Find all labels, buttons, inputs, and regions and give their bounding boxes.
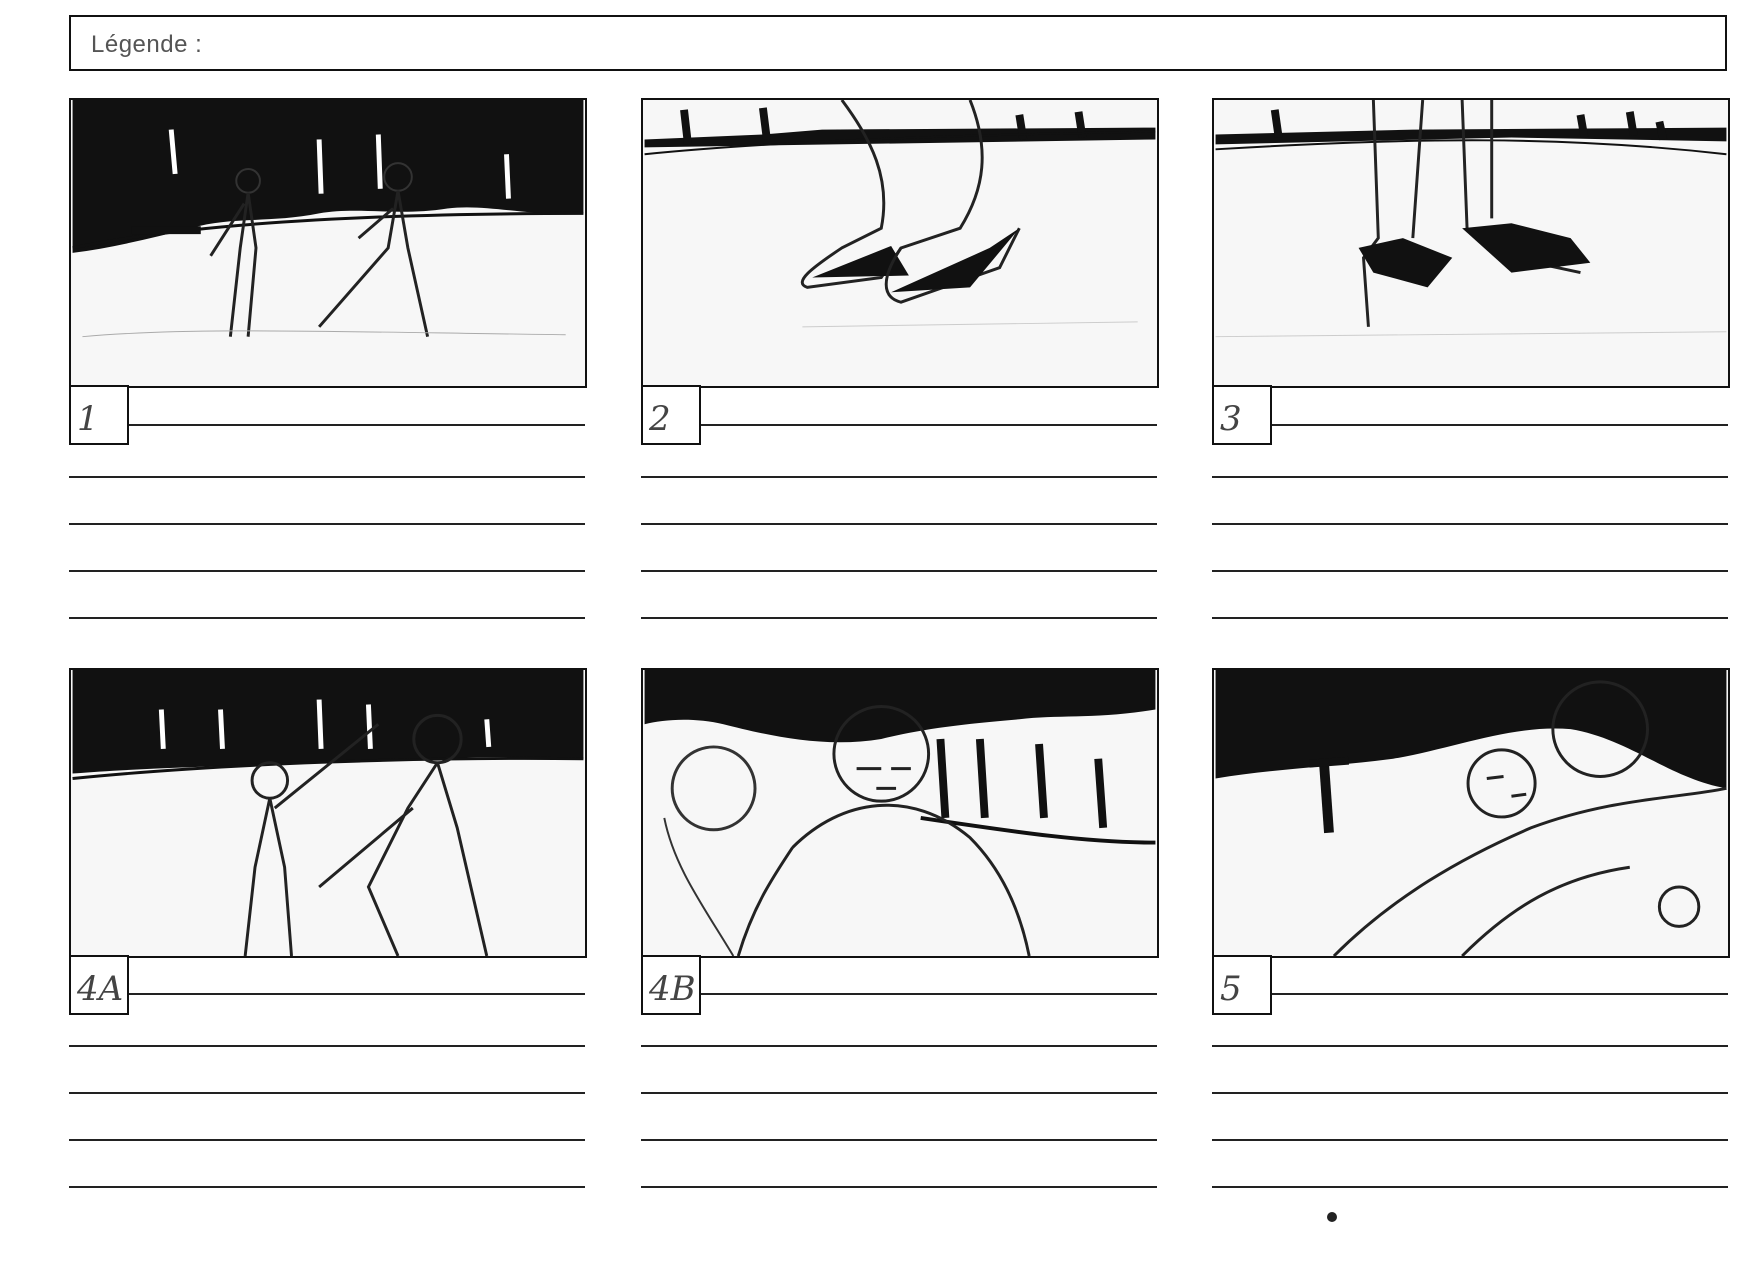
shot-number: 4A [77, 969, 124, 1009]
shot-number-box: 5 [1212, 955, 1272, 1015]
legend-label: Légende : [91, 31, 203, 58]
notes-line [1212, 570, 1728, 572]
notes-line [641, 523, 1157, 525]
storyboard-frame-3 [1212, 98, 1730, 388]
storyboard-frame-4a [69, 668, 587, 958]
storyboard-frame-5 [1212, 668, 1730, 958]
notes-line [641, 617, 1157, 619]
notes-line [1212, 523, 1728, 525]
legend-box: Légende : [69, 15, 1727, 71]
notes-line [1212, 617, 1728, 619]
notes-line [1212, 476, 1728, 478]
notes-line [1212, 1186, 1728, 1188]
sketch-embrace [1215, 670, 1727, 956]
storyboard-frame-4b [641, 668, 1159, 958]
notes-line [1212, 1045, 1728, 1047]
notes-line [1272, 993, 1728, 995]
storyboard-frame-2 [641, 98, 1159, 388]
notes-line [641, 1186, 1157, 1188]
notes-line [701, 424, 1157, 426]
notes-line [129, 424, 585, 426]
notes-line [69, 617, 585, 619]
notes-line [1212, 1139, 1728, 1141]
shot-number-box: 3 [1212, 385, 1272, 445]
notes-line [69, 523, 585, 525]
shot-number: 1 [77, 399, 99, 439]
shot-number: 4B [649, 969, 696, 1009]
sketch-figures-in-field [72, 100, 584, 338]
shot-number: 2 [649, 399, 671, 439]
notes-line [69, 476, 585, 478]
notes-line [69, 570, 585, 572]
notes-line [69, 1045, 585, 1047]
notes-line [701, 993, 1157, 995]
sketch-couple-dancing [72, 670, 584, 956]
notes-line [641, 570, 1157, 572]
notes-line [69, 1092, 585, 1094]
ink-speck [1327, 1212, 1337, 1222]
notes-line [641, 1045, 1157, 1047]
notes-line [69, 1186, 585, 1188]
storyboard-frame-1 [69, 98, 587, 388]
notes-line [1272, 424, 1728, 426]
notes-line [1212, 1092, 1728, 1094]
shot-number-box: 1 [69, 385, 129, 445]
notes-line [69, 1139, 585, 1141]
shot-number-box: 4B [641, 955, 701, 1015]
shot-number: 3 [1220, 399, 1242, 439]
shot-number-box: 2 [641, 385, 701, 445]
sketch-heels-closeup [1215, 100, 1727, 338]
notes-line [129, 993, 585, 995]
shot-number-box: 4A [69, 955, 129, 1015]
notes-line [641, 476, 1157, 478]
sketch-couple-closeup [644, 670, 1156, 956]
notes-line [641, 1092, 1157, 1094]
shot-number: 5 [1220, 969, 1242, 1009]
notes-line [641, 1139, 1157, 1141]
sketch-shoes-closeup [644, 100, 1156, 328]
